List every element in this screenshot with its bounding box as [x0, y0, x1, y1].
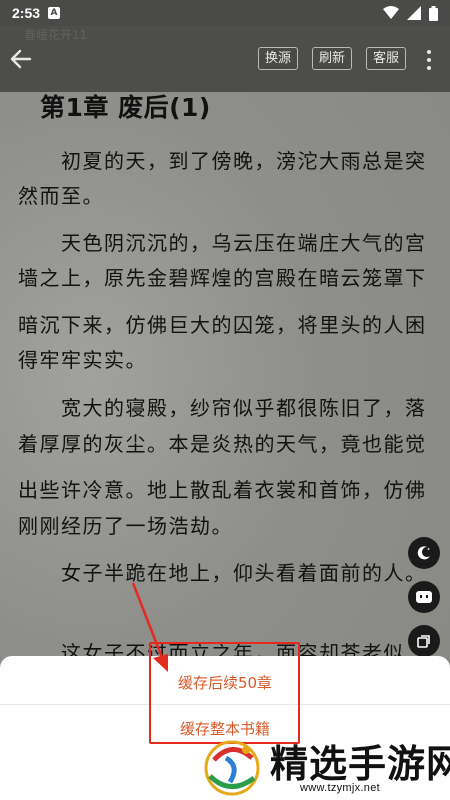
highlight-box: [149, 642, 300, 744]
status-bar: 2:53 A: [0, 0, 450, 26]
text-line: 女子半跪在地上，仰头看着面前的人。: [18, 561, 427, 585]
status-time: 2:53: [12, 5, 41, 21]
text-line: 着厚厚的灰尘。本是炎热的天气，竟也能觉: [18, 432, 427, 456]
text-line: 得牢牢实实。: [18, 348, 147, 372]
wifi-icon: [383, 6, 399, 19]
back-arrow-icon[interactable]: [8, 46, 34, 72]
notification-icon: A: [48, 7, 61, 19]
more-vert-icon[interactable]: [424, 48, 434, 72]
copy-icon: [417, 635, 430, 648]
text-line: 出些许冷意。地上散乱着衣裳和首饰，仿佛: [18, 478, 427, 502]
copy-button[interactable]: [408, 625, 440, 657]
status-icons: [383, 5, 438, 21]
text-line: 天色阴沉沉的，乌云压在端庄大气的宫: [18, 231, 427, 255]
text-line: 初夏的天，到了傍晚，滂沱大雨总是突: [18, 149, 427, 173]
signal-icon: [407, 6, 421, 20]
refresh-button[interactable]: 刷新: [312, 47, 353, 70]
moon-icon: [417, 546, 430, 560]
text-line: 刚刚经历了一场浩劫。: [18, 514, 233, 538]
watermark-text: 精选手游网: [270, 742, 450, 786]
robot-icon: [416, 591, 432, 603]
text-line: 宽大的寝殿，纱帘似乎都很陈旧了，落: [18, 396, 427, 420]
change-source-button[interactable]: 换源: [258, 47, 299, 70]
text-line: 然而至。: [18, 184, 104, 208]
watermark-url: www.tzymjx.net: [300, 782, 380, 794]
text-line: 墙之上，原先金碧辉煌的宫殿在暗云笼罩下: [18, 266, 427, 290]
reader-toolbar: 春暖花开11 换源 刷新 客服: [0, 26, 450, 92]
customer-service-button[interactable]: 客服: [366, 47, 407, 70]
text-line: 暗沉下来，仿佛巨大的囚笼，将里头的人困: [18, 313, 427, 337]
assistant-button[interactable]: [408, 581, 440, 613]
night-mode-button[interactable]: [408, 537, 440, 569]
chapter-title: 第1章 废后(1): [40, 93, 211, 122]
battery-icon: [429, 5, 438, 21]
toolbar-ghost-title: 春暖花开11: [24, 28, 88, 42]
